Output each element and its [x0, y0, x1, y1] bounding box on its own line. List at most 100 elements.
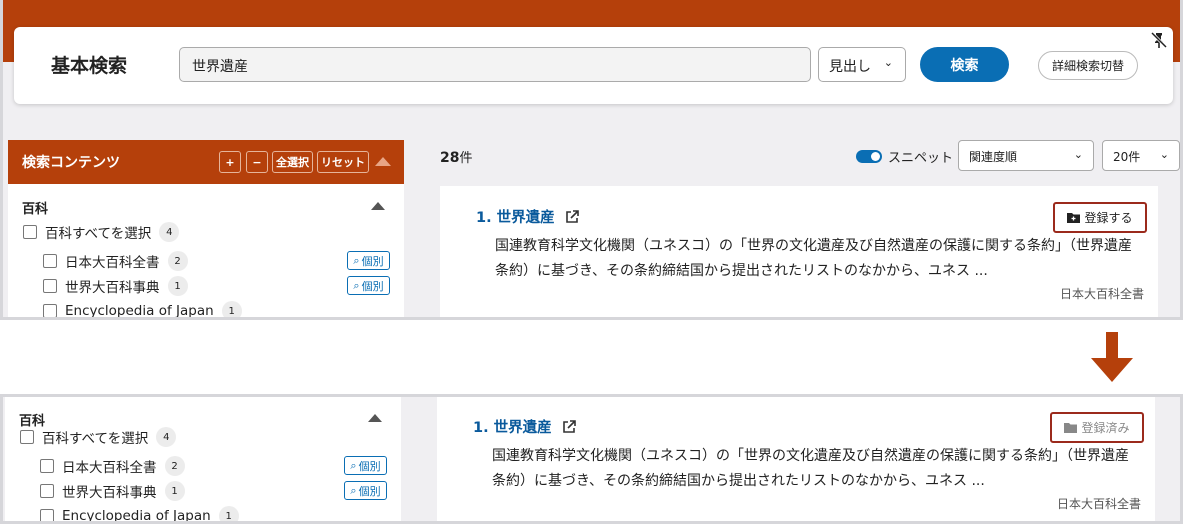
result-count-suffix: 件 — [459, 151, 473, 166]
reset-button[interactable]: リセット — [317, 151, 369, 173]
result-item: 1. 世界遺産 国連教育科学文化機関（ユネスコ）の「世界の文化遺産及び自然遺産の… — [440, 186, 1158, 317]
select-all-button[interactable]: 全選択 — [272, 151, 313, 173]
checkbox[interactable] — [40, 459, 54, 473]
per-page-value: 20件 — [1113, 150, 1141, 164]
result-count-number: 28 — [440, 150, 460, 166]
content-item-label: 日本大百科全書 — [62, 460, 157, 476]
zoom-icon: ⌕ — [353, 253, 360, 267]
chevron-down-icon: ⌄ — [1159, 148, 1169, 161]
result-title-link[interactable]: 1. 世界遺産 — [473, 416, 576, 437]
checkbox[interactable] — [20, 430, 34, 444]
content-item-label: 日本大百科全書 — [65, 255, 160, 271]
count-badge: 2 — [164, 456, 185, 476]
search-mode-value: 見出し — [829, 59, 871, 75]
content-item-label: 世界大百科事典 — [65, 280, 160, 296]
expand-all-button[interactable]: + — [219, 151, 241, 173]
count-badge: 1 — [221, 301, 242, 317]
result-title: 世界遺産 — [493, 420, 552, 436]
content-item-label: 世界大百科事典 — [62, 485, 157, 501]
search-card: 基本検索 世界遺産 見出し ⌄ 検索 詳細検索切替 — [14, 27, 1173, 104]
checkbox[interactable] — [40, 484, 54, 498]
content-item[interactable]: Encyclopedia of Japan 1 — [43, 301, 242, 317]
category-collapse-icon[interactable] — [368, 414, 382, 422]
select-all-category-row[interactable]: 百科すべてを選択 4 — [20, 427, 177, 447]
folder-icon — [1064, 423, 1078, 433]
count-badge: 2 — [167, 251, 188, 271]
result-source: 日本大百科全書 — [1059, 287, 1144, 301]
individual-label: 個別 — [358, 484, 381, 498]
toggle-switch[interactable] — [856, 150, 882, 163]
result-title: 世界遺産 — [496, 210, 555, 226]
collapse-panel-icon[interactable] — [375, 157, 391, 166]
pin-off-icon[interactable] — [1150, 31, 1168, 49]
checkbox[interactable] — [23, 225, 37, 239]
checkbox[interactable] — [43, 254, 57, 268]
after-panel: 百科 百科すべてを選択 4 日本大百科全書 2 ⌕ 個別 世界大百科事典 1 ⌕ 個… — [0, 394, 1183, 524]
result-index: 1. — [476, 210, 492, 226]
registered-button: 登録済み — [1050, 412, 1144, 443]
folder-add-icon — [1067, 213, 1081, 223]
snippet-label: スニペット — [888, 151, 954, 166]
individual-label: 個別 — [361, 254, 384, 268]
arrow-down-icon — [1091, 332, 1133, 382]
search-contents-title: 検索コンテンツ — [22, 155, 120, 171]
zoom-icon: ⌕ — [353, 278, 360, 292]
category-collapse-icon[interactable] — [371, 202, 385, 210]
result-description: 国連教育科学文化機関（ユネスコ）の「世界の文化遺産及び自然遺産の保護に関する条約… — [492, 448, 1129, 489]
select-all-category-label: 百科すべてを選択 — [42, 431, 149, 447]
checkbox[interactable] — [43, 304, 57, 317]
result-count: 28件 — [440, 147, 473, 166]
zoom-icon: ⌕ — [350, 458, 357, 472]
external-link-icon[interactable] — [565, 209, 579, 224]
register-button[interactable]: 登録する — [1053, 202, 1147, 233]
register-label: 登録する — [1084, 211, 1133, 225]
external-link-icon[interactable] — [562, 419, 576, 434]
checkbox[interactable] — [43, 279, 57, 293]
count-badge: 1 — [167, 276, 188, 296]
individual-label: 個別 — [358, 459, 381, 473]
individual-label: 個別 — [361, 279, 384, 293]
sort-value: 関連度順 — [969, 150, 1018, 164]
checkbox[interactable] — [40, 509, 54, 521]
individual-search-button[interactable]: ⌕ 個別 — [344, 481, 387, 500]
content-item-label: Encyclopedia of Japan — [65, 303, 214, 317]
individual-search-button[interactable]: ⌕ 個別 — [347, 276, 390, 295]
select-all-category-row[interactable]: 百科すべてを選択 4 — [23, 222, 180, 242]
search-mode-select[interactable]: 見出し ⌄ — [818, 47, 906, 82]
content-item[interactable]: Encyclopedia of Japan 1 — [40, 506, 239, 524]
content-item-label: Encyclopedia of Japan — [62, 508, 211, 524]
content-item[interactable]: 日本大百科全書 2 — [43, 251, 188, 271]
content-item[interactable]: 世界大百科事典 1 — [40, 481, 185, 501]
result-title-link[interactable]: 1. 世界遺産 — [476, 206, 579, 227]
count-badge: 4 — [156, 427, 177, 447]
select-all-category-label: 百科すべてを選択 — [45, 226, 152, 242]
sort-select[interactable]: 関連度順 ⌄ — [958, 140, 1094, 171]
result-item: 1. 世界遺産 国連教育科学文化機関（ユネスコ）の「世界の文化遺産及び自然遺産の… — [437, 397, 1155, 521]
content-item[interactable]: 日本大百科全書 2 — [40, 456, 185, 476]
count-badge: 4 — [159, 222, 180, 242]
search-contents-list: 百科 百科すべてを選択 4 日本大百科全書 2 ⌕ 個別 世界大百科事典 1 ⌕ 個… — [8, 184, 404, 317]
count-badge: 1 — [218, 506, 239, 521]
search-button[interactable]: 検索 — [920, 47, 1009, 82]
registered-label: 登録済み — [1081, 421, 1130, 435]
result-source: 日本大百科全書 — [1056, 497, 1141, 511]
zoom-icon: ⌕ — [350, 483, 357, 497]
collapse-all-button[interactable]: − — [246, 151, 268, 173]
chevron-down-icon: ⌄ — [1073, 148, 1083, 161]
individual-search-button[interactable]: ⌕ 個別 — [347, 251, 390, 270]
result-index: 1. — [473, 420, 489, 436]
count-badge: 1 — [164, 481, 185, 501]
advanced-search-toggle-button[interactable]: 詳細検索切替 — [1038, 51, 1138, 80]
category-heading: 百科 — [22, 202, 49, 217]
search-contents-list: 百科 百科すべてを選択 4 日本大百科全書 2 ⌕ 個別 世界大百科事典 1 ⌕ 個… — [5, 397, 401, 524]
search-contents-header: 検索コンテンツ + − 全選択 リセット — [8, 140, 404, 184]
snippet-toggle[interactable]: スニペット — [856, 147, 953, 166]
before-panel: 基本検索 世界遺産 見出し ⌄ 検索 詳細検索切替 検索コンテンツ + − 全選… — [0, 0, 1183, 320]
chevron-down-icon: ⌄ — [883, 56, 893, 69]
page-title: 基本検索 — [51, 55, 128, 77]
per-page-select[interactable]: 20件 ⌄ — [1102, 140, 1180, 171]
content-item[interactable]: 世界大百科事典 1 — [43, 276, 188, 296]
search-input[interactable]: 世界遺産 — [179, 47, 811, 82]
individual-search-button[interactable]: ⌕ 個別 — [344, 456, 387, 475]
result-description: 国連教育科学文化機関（ユネスコ）の「世界の文化遺産及び自然遺産の保護に関する条約… — [495, 238, 1132, 279]
